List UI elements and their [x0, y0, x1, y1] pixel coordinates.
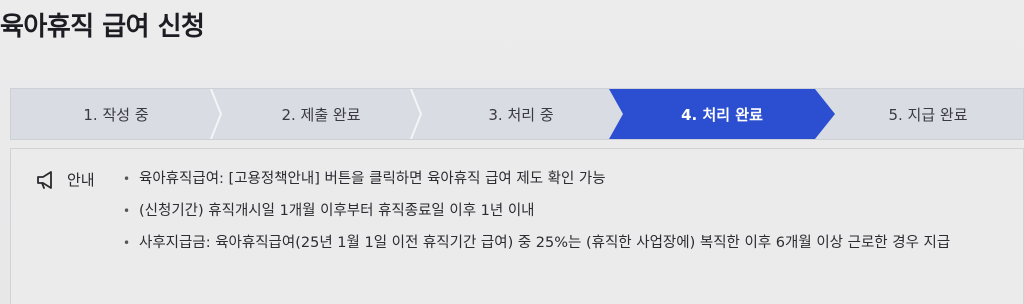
page: 육아휴직 급여 신청 1. 작성 중 2. 제출 완료 3. 처리 중 4. 처…	[0, 0, 1024, 304]
step-3-label: 3. 처리 중	[488, 105, 554, 124]
notice-header: 안내	[35, 169, 95, 190]
page-title: 육아휴직 급여 신청	[0, 12, 205, 42]
step-5-label: 5. 지급 완료	[888, 105, 968, 124]
step-4-label: 4. 처리 완료	[681, 105, 763, 124]
step-4-active: 4. 처리 완료	[609, 89, 835, 139]
megaphone-icon	[37, 170, 52, 189]
step-1-label: 1. 작성 중	[83, 105, 149, 124]
step-2: 2. 제출 완료	[221, 89, 423, 139]
step-3: 3. 처리 중	[421, 89, 621, 139]
notice-item: 육아휴직급여: [고용정책안내] 버튼을 클릭하면 육아휴직 급여 제도 확인 …	[121, 169, 1001, 189]
notice-list: 육아휴직급여: [고용정책안내] 버튼을 클릭하면 육아휴직 급여 제도 확인 …	[121, 169, 1001, 265]
step-5: 5. 지급 완료	[831, 89, 1024, 139]
step-1: 1. 작성 중	[11, 89, 223, 139]
notice-box: 안내 육아휴직급여: [고용정책안내] 버튼을 클릭하면 육아휴직 급여 제도 …	[10, 148, 1024, 304]
notice-title: 안내	[67, 171, 95, 189]
step-2-label: 2. 제출 완료	[281, 105, 361, 124]
notice-item: (신청기간) 휴직개시일 1개월 이후부터 휴직종료일 이후 1년 이내	[121, 201, 1001, 221]
notice-item: 사후지급금: 육아휴직급여(25년 1월 1일 이전 휴직기간 급여) 중 25…	[121, 233, 1001, 253]
progress-stepper: 1. 작성 중 2. 제출 완료 3. 처리 중 4. 처리 완료 5. 지급 …	[10, 88, 1024, 140]
